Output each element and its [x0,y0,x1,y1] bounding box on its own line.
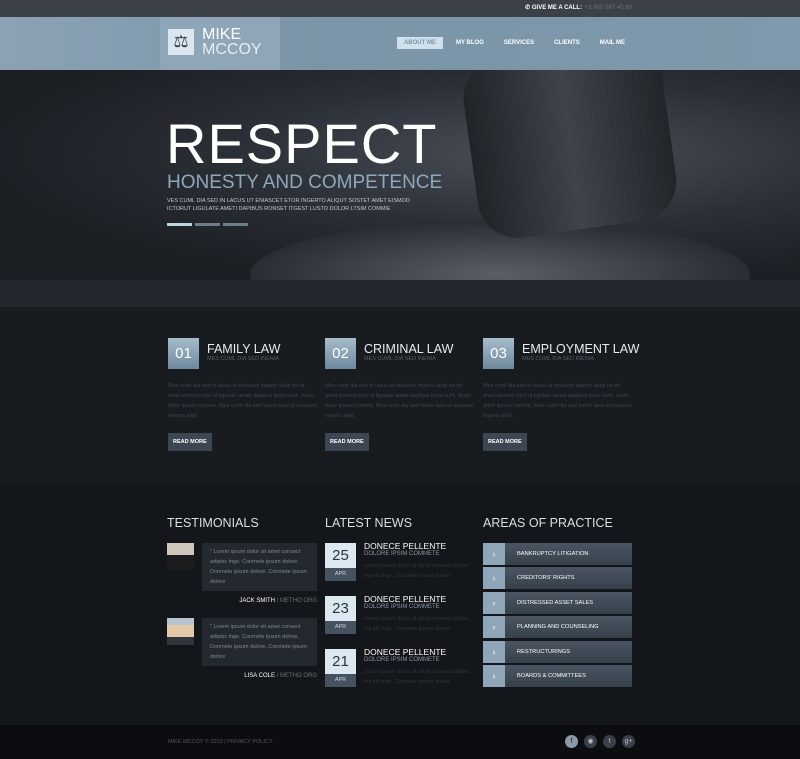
hero-title: RESPECT [166,112,438,175]
service-subtitle: MES CUML DIA SED INENIA [522,356,594,362]
slide-dot-3[interactable] [223,223,248,226]
scales-icon: ⚖ [168,29,194,55]
service-number: 01 [168,338,199,369]
nav-my-blog[interactable]: MY BLOG [449,37,491,49]
news-date: 23 APR [325,596,356,634]
read-more-button[interactable]: READ MORE [325,433,369,451]
testimonial-org: METHO ORG [280,598,317,604]
testimonial-author: LISA COLE [244,673,275,679]
call-label: GIVE ME A CALL: [531,5,583,11]
news-title[interactable]: DONECE PELLENTE [364,647,446,657]
news-title[interactable]: DONECE PELLENTE [364,541,446,551]
chevron-right-icon: › [483,592,505,614]
service-title: FAMILY LAW [207,342,281,356]
hero-subtitle: HONESTY AND COMPETENCE [167,172,443,193]
news-day: 23 [325,596,356,621]
news-day: 21 [325,649,356,674]
nav-about-me[interactable]: ABOUT ME [396,37,443,49]
practice-label: BANKRUPTCY LITIGATION [517,551,589,557]
testimonials-heading: TESTIMONIALS [167,516,259,530]
testimonial-quote: " Lorem ipsum dolor sit amet consect adi… [202,618,317,666]
practice-label: RESTRUCTURINGS [517,649,571,655]
practice-label: CREDITORS' RIGHTS [517,575,575,581]
gavel-image [458,70,682,244]
chevron-right-icon: › [483,616,505,638]
practice-heading: AREAS OF PRACTICE [483,516,613,530]
chevron-right-icon: › [483,543,505,565]
facebook-icon[interactable]: f [565,735,578,748]
service-number: 02 [325,338,356,369]
copyright[interactable]: MIKE MCCOY © 2013 | PRIVACY POLICY [168,739,273,745]
news-text: Lorem ipsum dolor sit amet consect adipi… [364,669,470,685]
main-nav: ABOUT ME MY BLOG SERVICES CLIENTS MAIL M… [391,37,632,49]
service-subtitle: MES CUML DIA SED INENIA [207,356,279,362]
call-info: ✆ GIVE ME A CALL: +1 800 567 45 89 [525,4,632,11]
logo-last-name: MCCOY [202,41,262,58]
news-heading: LATEST NEWS [325,516,413,530]
practice-item[interactable]: › DISTRESSED ASSET SALES [483,592,632,614]
service-text: Mes cuml dia sed in lacus ut eniascet in… [168,383,317,419]
service-text: Mes cuml dia sed in lacus ut eniascet in… [483,383,632,419]
divider-band [0,280,800,307]
testimonial-quote: " Lorem ipsum dolor sit amet consect adi… [202,543,317,591]
news-text: Lorem ipsum dolor sit amet consect adipi… [364,616,470,632]
service-title: EMPLOYMENT LAW [522,342,640,356]
top-bar [0,0,800,17]
news-month: APR [325,621,356,634]
nav-mail-me[interactable]: MAIL ME [593,37,632,49]
news-month: APR [325,674,356,687]
testimonial-org: METHO ORG [280,673,317,679]
service-text: Mes cuml dia sed in lacus ut eniascet in… [325,383,474,419]
avatar [167,543,194,570]
nav-clients[interactable]: CLIENTS [547,37,587,49]
slider-pagination [167,223,248,226]
read-more-button[interactable]: READ MORE [483,433,527,451]
footer [0,725,800,759]
practice-label: BOARDS & COMMITTEES [517,673,586,679]
news-subtitle: DOLORE IPSIM COMMETE [364,657,440,663]
social-links: f ◉ t g+ [565,735,635,748]
testimonial-author: JACK SMITH [239,598,275,604]
practice-item[interactable]: › RESTRUCTURINGS [483,641,632,663]
news-date: 25 APR [325,543,356,581]
practice-item[interactable]: › BANKRUPTCY LITIGATION [483,543,632,565]
news-text: Lorem ipsum dolor sit amet consect adipi… [364,563,470,579]
practice-label: DISTRESSED ASSET SALES [517,600,594,606]
service-number: 03 [483,338,514,369]
chevron-right-icon: › [483,641,505,663]
hero-text: VES CUML DIA SED IN LACUS UT ENIASCET ET… [167,198,410,212]
phone-icon: ✆ [525,5,532,11]
slide-dot-2[interactable] [195,223,220,226]
news-title[interactable]: DONECE PELLENTE [364,594,446,604]
service-title: CRIMINAL LAW [364,342,454,356]
chevron-right-icon: › [483,665,505,687]
news-date: 21 APR [325,649,356,687]
practice-label: PLANNING AND COUNSELING [517,624,599,630]
avatar [167,618,194,645]
logo[interactable]: ⚖ MIKE MCCOY [160,17,280,70]
news-day: 25 [325,543,356,568]
practice-item[interactable]: › CREDITORS' RIGHTS [483,567,632,589]
nav-services[interactable]: SERVICES [497,37,541,49]
slide-dot-1[interactable] [167,223,192,226]
practice-item[interactable]: › PLANNING AND COUNSELING [483,616,632,638]
read-more-button[interactable]: READ MORE [168,433,212,451]
service-subtitle: MES CUML DIA SED INENIA [364,356,436,362]
rss-icon[interactable]: ◉ [584,735,597,748]
news-month: APR [325,568,356,581]
news-subtitle: DOLORE IPSIM COMMETE [364,604,440,610]
twitter-icon[interactable]: t [603,735,616,748]
google-plus-icon[interactable]: g+ [622,735,635,748]
chevron-right-icon: › [483,567,505,589]
phone-number: +1 800 567 45 89 [585,5,632,11]
practice-item[interactable]: › BOARDS & COMMITTEES [483,665,632,687]
news-subtitle: DOLORE IPSIM COMMETE [364,551,440,557]
